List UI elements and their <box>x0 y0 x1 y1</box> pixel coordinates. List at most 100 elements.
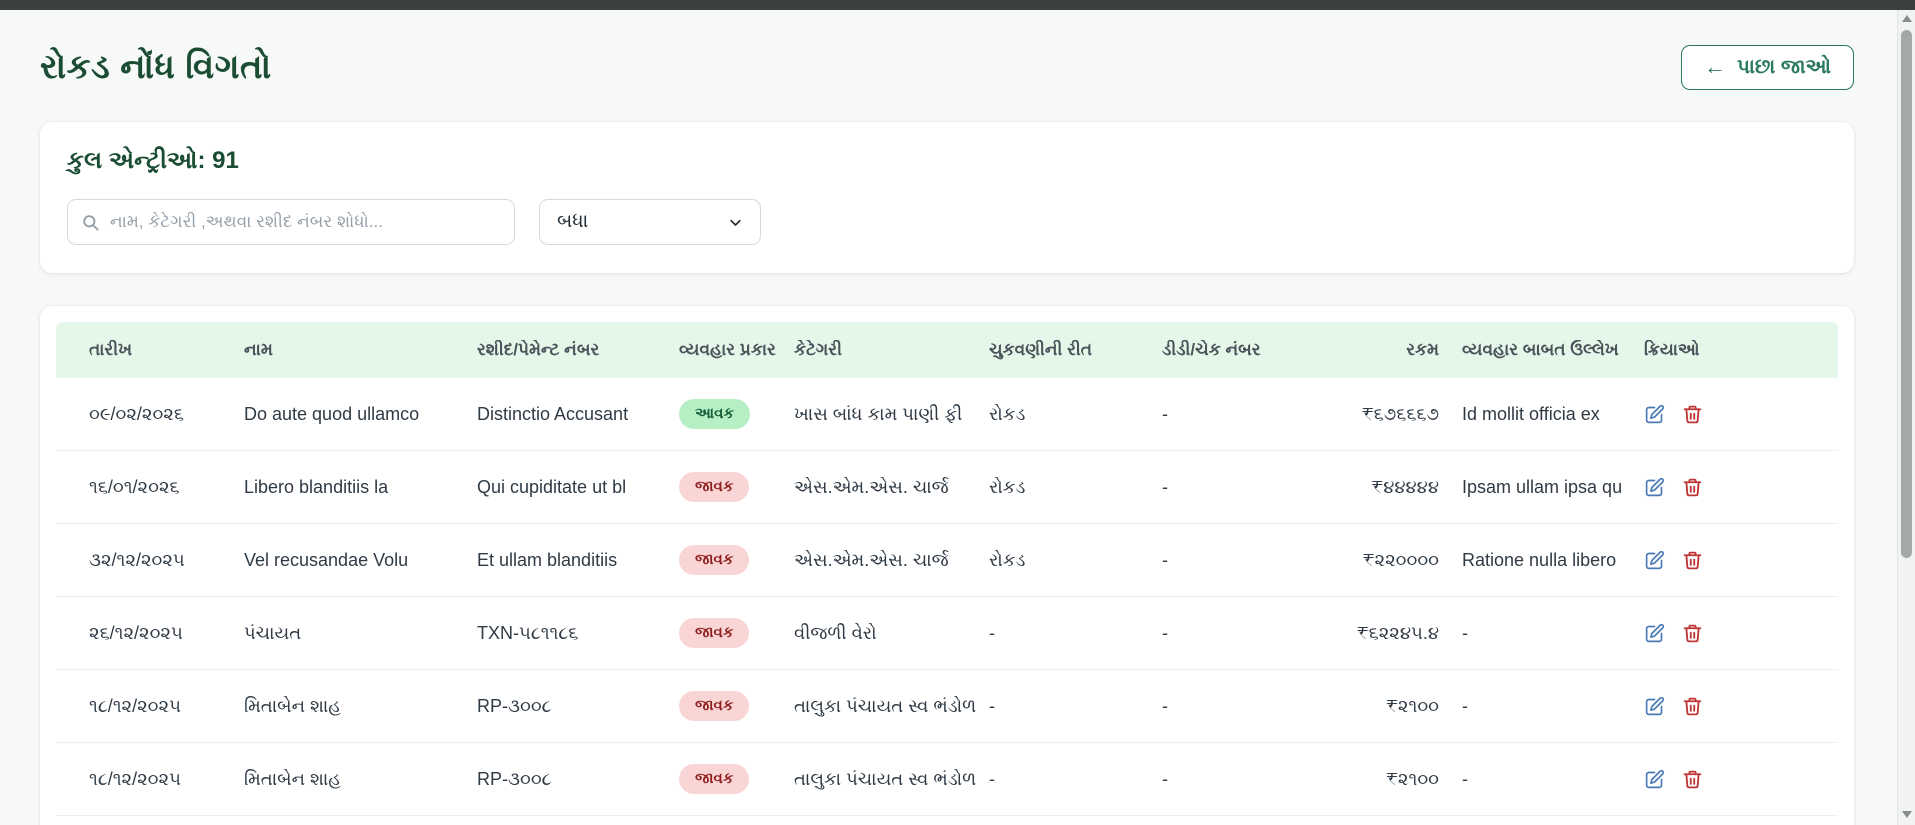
cell-payment-method: - <box>989 623 1162 644</box>
back-arrow-icon: ← <box>1704 56 1726 78</box>
cell-receipt-number: RP-૩૦૦૮ <box>477 696 679 717</box>
cell-category: તાલુકા પંચાયત સ્વ ભંડોળ <box>794 696 989 717</box>
delete-button[interactable] <box>1682 769 1703 790</box>
table-row: ૨૬/૧૨/૨૦૨૫ પંચાયત TXN-૫૮૧૧૮૬ જાવક વીજળી … <box>56 597 1838 670</box>
edit-icon <box>1644 623 1665 644</box>
filters-card: કુલ એન્ટ્રીઓ: 91 બધા <box>40 122 1854 273</box>
delete-button[interactable] <box>1682 696 1703 717</box>
column-header: ચુકવણીની રીત <box>989 340 1162 360</box>
search-input[interactable] <box>110 212 501 232</box>
cell-date: ૧૬/૦૧/૨૦૨૬ <box>56 477 244 498</box>
scrollbar-thumb[interactable] <box>1901 30 1912 558</box>
edit-icon <box>1644 550 1665 571</box>
cell-amount: ₹૬૨૨૪૫.૪ <box>1279 623 1439 644</box>
edit-button[interactable] <box>1644 550 1665 571</box>
table-header-row: તારીખનામરશીદ/પેમેન્ટ નંબરવ્યવહાર પ્રકારક… <box>56 322 1838 378</box>
cell-name: Vel recusandae Volu <box>244 550 477 571</box>
edit-button[interactable] <box>1644 769 1665 790</box>
cell-dd-cheque: - <box>1162 404 1279 425</box>
column-header: ક્રિયાઓ <box>1637 340 1838 360</box>
trash-icon <box>1682 696 1703 717</box>
cell-dd-cheque: - <box>1162 769 1279 790</box>
cell-payment-method: - <box>989 769 1162 790</box>
type-filter-select[interactable]: બધા <box>539 199 761 245</box>
delete-button[interactable] <box>1682 477 1703 498</box>
cell-payment-method: રોકડ <box>989 404 1162 425</box>
cell-name: મિતાબેન શાહ <box>244 696 477 717</box>
trash-icon <box>1682 404 1703 425</box>
cell-remark: Ratione nulla libero <box>1439 550 1637 571</box>
chevron-down-icon <box>728 215 743 230</box>
cell-receipt-number: RP-૩૦૦૮ <box>477 769 679 790</box>
cell-payment-method: - <box>989 696 1162 717</box>
delete-button[interactable] <box>1682 623 1703 644</box>
delete-button[interactable] <box>1682 550 1703 571</box>
table-row: ૦૯/૦૨/૨૦૨૬ Do aute quod ullamco Distinct… <box>56 378 1838 451</box>
page-title: રોકડ નોંધ વિગતો <box>40 48 272 87</box>
back-button-label: પાછા જાઓ <box>1737 56 1831 79</box>
edit-button[interactable] <box>1644 477 1665 498</box>
column-header: કેટેગરી <box>794 340 989 360</box>
cell-remark: Ipsam ullam ipsa qu <box>1439 477 1637 498</box>
cell-category: વીજળી વેરો <box>794 623 989 644</box>
cell-payment-method: રોકડ <box>989 477 1162 498</box>
trash-icon <box>1682 769 1703 790</box>
table-row: ૧૮/૧૨/૨૦૨૫ મિતાબેન શાહ RP-૩૦૦૮ જાવક તાલુ… <box>56 743 1838 816</box>
column-header: રકમ <box>1279 340 1439 360</box>
cell-amount: ₹૨૨૦૦૦૦ <box>1279 550 1439 571</box>
cell-date: ૩૨/૧૨/૨૦૨૫ <box>56 550 244 571</box>
cell-remark: Id mollit officia ex <box>1439 404 1637 425</box>
cell-name: પંચાયત <box>244 623 477 644</box>
trash-icon <box>1682 477 1703 498</box>
cell-category: એસ.એમ.એસ. ચાર્જ <box>794 477 989 498</box>
cell-amount: ₹૬૭૬૬૬૭ <box>1279 404 1439 425</box>
scrollbar-up-arrow-icon[interactable] <box>1902 15 1912 22</box>
trash-icon <box>1682 550 1703 571</box>
transaction-type-badge: આવક <box>679 399 750 429</box>
column-header: વ્યવહાર પ્રકાર <box>679 340 794 360</box>
edit-icon <box>1644 404 1665 425</box>
column-header: ડીડી/ચેક નંબર <box>1162 340 1279 360</box>
cell-receipt-number: TXN-૫૮૧૧૮૬ <box>477 623 679 644</box>
cell-receipt-number: Qui cupiditate ut bl <box>477 477 679 498</box>
column-header: તારીખ <box>56 340 244 360</box>
delete-button[interactable] <box>1682 404 1703 425</box>
edit-button[interactable] <box>1644 623 1665 644</box>
edit-button[interactable] <box>1644 404 1665 425</box>
cell-name: મિતાબેન શાહ <box>244 769 477 790</box>
cell-date: ૦૯/૦૨/૨૦૨૬ <box>56 404 244 425</box>
column-header: નામ <box>244 340 477 360</box>
page-scrollbar[interactable] <box>1897 0 1915 825</box>
column-header: વ્યવહાર બાબત ઉલ્લેખ <box>1439 340 1637 360</box>
entries-table-card: તારીખનામરશીદ/પેમેન્ટ નંબરવ્યવહાર પ્રકારક… <box>40 306 1854 825</box>
cell-receipt-number: Et ullam blanditiis <box>477 550 679 571</box>
cell-remark: - <box>1439 769 1637 790</box>
transaction-type-badge: જાવક <box>679 691 749 721</box>
transaction-type-badge: જાવક <box>679 472 749 502</box>
cell-payment-method: રોકડ <box>989 550 1162 571</box>
transaction-type-badge: જાવક <box>679 764 749 794</box>
table-row: ૧૮/૧૨/૨૦૨૫ મિતાબેન શાહ RP-૩૦૦૮ જાવક તાલુ… <box>56 670 1838 743</box>
cell-date: ૧૮/૧૨/૨૦૨૫ <box>56 696 244 717</box>
back-button[interactable]: ← પાછા જાઓ <box>1681 45 1854 90</box>
cell-name: Libero blanditiis la <box>244 477 477 498</box>
cell-amount: ₹૨૧૦૦ <box>1279 769 1439 790</box>
search-box[interactable] <box>67 199 515 245</box>
search-icon <box>81 213 100 232</box>
table-row: ૩૨/૧૨/૨૦૨૫ Vel recusandae Volu Et ullam … <box>56 524 1838 597</box>
cell-date: ૨૬/૧૨/૨૦૨૫ <box>56 623 244 644</box>
cell-dd-cheque: - <box>1162 696 1279 717</box>
cell-category: ખાસ બાંધ કામ પાણી ફી <box>794 404 989 425</box>
cell-dd-cheque: - <box>1162 477 1279 498</box>
cell-category: એસ.એમ.એસ. ચાર્જ <box>794 550 989 571</box>
edit-icon <box>1644 477 1665 498</box>
total-entries-label: કુલ એન્ટ્રીઓ: 91 <box>67 147 1827 175</box>
type-filter-selected-value: બધા <box>557 211 588 233</box>
cell-dd-cheque: - <box>1162 623 1279 644</box>
edit-button[interactable] <box>1644 696 1665 717</box>
cell-amount: ₹૪૪૪૪૪ <box>1279 477 1439 498</box>
trash-icon <box>1682 623 1703 644</box>
page-header: રોકડ નોંધ વિગતો ← પાછા જાઓ <box>40 38 1854 96</box>
cell-date: ૧૮/૧૨/૨૦૨૫ <box>56 769 244 790</box>
scrollbar-down-arrow-icon[interactable] <box>1902 811 1912 818</box>
